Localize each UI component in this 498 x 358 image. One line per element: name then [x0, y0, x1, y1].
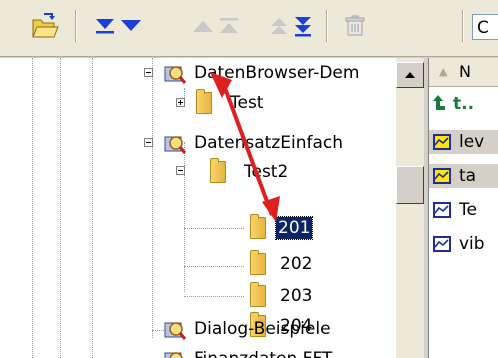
- scroll-up-arrow-icon: [405, 72, 415, 78]
- move-up-one-icon: [271, 18, 287, 34]
- tree-connector: [184, 296, 244, 297]
- move-to-bottom-icon: [96, 19, 114, 34]
- list-item[interactable]: ta: [429, 164, 498, 188]
- move-down-button[interactable]: [116, 8, 146, 44]
- open-folder-button[interactable]: [30, 8, 60, 44]
- tree-node-label: 203: [280, 286, 313, 306]
- scroll-thumb[interactable]: [396, 166, 424, 204]
- toolbar-separator: [75, 10, 77, 42]
- tree-node[interactable]: Dialog-Beispiele: [164, 315, 333, 343]
- tree-guide-line: [92, 58, 93, 358]
- folder-icon: [246, 282, 270, 307]
- tree-node-label: Test2: [244, 162, 289, 182]
- open-folder-icon: [32, 13, 59, 38]
- move-to-end-button[interactable]: [288, 8, 318, 44]
- move-to-top-button[interactable]: [214, 8, 244, 44]
- list-item-parent[interactable]: t..: [429, 92, 498, 116]
- tree-connector: [184, 228, 244, 229]
- tree-node[interactable]: Test2: [206, 158, 290, 186]
- tree-node[interactable]: DatenBrowser-Dem: [164, 59, 361, 87]
- tree-node-label: 201: [274, 216, 314, 240]
- tree-node[interactable]: Finanzdaten FFT: [164, 345, 334, 358]
- chart-icon: [433, 167, 453, 185]
- list-item-label: ta: [459, 166, 477, 186]
- chart-icon: [433, 201, 453, 219]
- move-down-icon: [121, 20, 141, 31]
- sort-arrow-icon: ▲: [439, 65, 448, 78]
- tree-node[interactable]: 202: [246, 250, 314, 278]
- toolbar: C: [0, 0, 498, 57]
- up-arrow-icon: [433, 95, 453, 113]
- collapse-toggle[interactable]: [144, 138, 153, 147]
- folder-icon: [206, 158, 230, 183]
- chart-icon: [433, 235, 453, 253]
- expand-toggle[interactable]: [176, 98, 185, 107]
- tree-scrollbar[interactable]: [396, 58, 424, 358]
- tree-connector: [184, 266, 244, 267]
- tree-node-label: DatenBrowser-Dem: [194, 63, 360, 83]
- list-item-label: lev: [459, 132, 485, 152]
- path-combo[interactable]: C: [472, 14, 498, 40]
- folder-icon: [246, 214, 270, 239]
- list-item[interactable]: lev: [429, 130, 498, 154]
- tree-node-label: DatensatzEinfach: [194, 133, 344, 153]
- database-icon: [164, 132, 188, 154]
- tree-node[interactable]: Test: [192, 89, 265, 117]
- tree-guide-line: [152, 58, 153, 338]
- app-window: C DatenBrowser-Dem Test DatensatzEinfach…: [0, 0, 498, 358]
- list-item-label: Te: [459, 200, 477, 220]
- tree-node[interactable]: 203: [246, 282, 314, 310]
- folder-icon: [246, 250, 270, 275]
- collapse-toggle[interactable]: [176, 166, 185, 175]
- tree-guide-line: [32, 58, 33, 358]
- collapse-toggle[interactable]: [144, 68, 153, 77]
- delete-button[interactable]: [340, 8, 370, 44]
- list-item-label: vib: [459, 234, 485, 254]
- scroll-up-button[interactable]: [396, 62, 424, 88]
- tree-guide-line: [184, 142, 185, 292]
- tree-node-label: Dialog-Beispiele: [194, 319, 331, 339]
- tree-view[interactable]: DatenBrowser-Dem Test DatensatzEinfach T…: [0, 58, 424, 358]
- tree-node-label: 202: [280, 254, 313, 274]
- move-up-icon: [193, 21, 213, 32]
- move-to-end-icon: [295, 17, 311, 37]
- tree-node-label: Finanzdaten FFT: [192, 348, 334, 358]
- column-header-label: N: [459, 62, 471, 81]
- file-list[interactable]: ▲ N t.. lev ta Te vib: [428, 58, 498, 358]
- column-header[interactable]: ▲ N: [429, 58, 498, 87]
- toolbar-separator: [326, 10, 328, 42]
- tree-guide-line: [60, 58, 61, 358]
- database-icon: [164, 348, 188, 358]
- list-item-label: t..: [453, 94, 475, 114]
- database-icon: [164, 62, 188, 84]
- list-item[interactable]: vib: [429, 232, 498, 256]
- delete-icon: [345, 15, 365, 36]
- toolbar-separator: [462, 10, 464, 42]
- list-item[interactable]: Te: [429, 198, 498, 222]
- chart-icon: [433, 133, 453, 151]
- folder-icon: [192, 89, 216, 114]
- tree-node-selected[interactable]: 201: [246, 214, 314, 242]
- tree-node-label: Test: [230, 93, 264, 113]
- database-icon: [164, 318, 188, 340]
- move-to-top-icon: [220, 18, 238, 33]
- tree-node[interactable]: DatensatzEinfach: [164, 129, 345, 157]
